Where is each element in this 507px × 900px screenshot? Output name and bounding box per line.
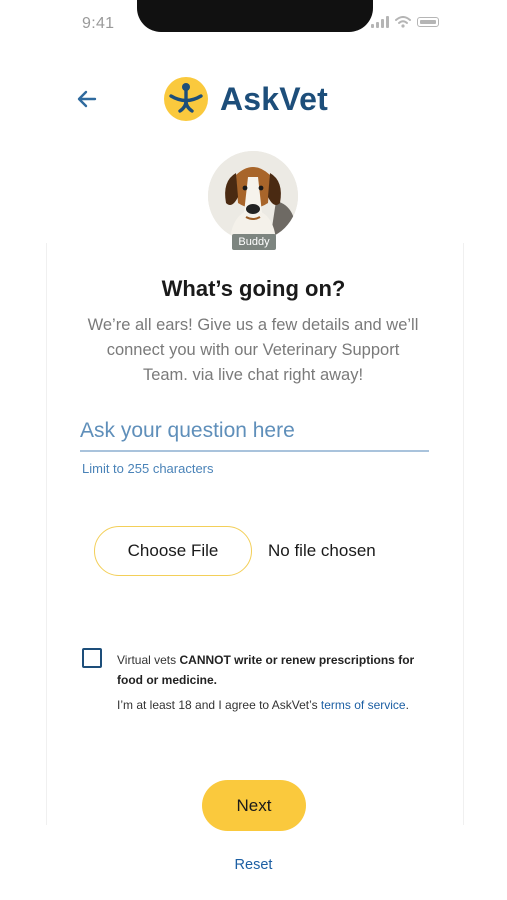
file-status-text: No file chosen (268, 541, 376, 560)
battery-icon (417, 17, 439, 27)
terms-of-service-link[interactable]: terms of service (321, 698, 406, 712)
status-time: 9:41 (82, 15, 115, 32)
askvet-logo-icon (164, 77, 208, 121)
question-input[interactable] (80, 412, 429, 452)
reset-link[interactable]: Reset (0, 857, 507, 873)
brand-name: AskVet (220, 80, 328, 117)
choose-file-button[interactable]: Choose File (94, 526, 252, 576)
dog-photo (208, 151, 298, 241)
terms-checkbox[interactable] (82, 648, 102, 668)
wifi-icon (395, 16, 411, 28)
age-agreement: I’m at least 18 and I agree to AskVet’s … (117, 698, 409, 712)
back-arrow-icon[interactable] (76, 88, 98, 110)
cellular-signal-icon (371, 16, 389, 28)
disclaimer-prefix: Virtual vets (117, 653, 180, 667)
pet-avatar (208, 151, 298, 241)
agree-prefix: I’m at least 18 and I agree to AskVet’s (117, 698, 321, 712)
form-subtitle: We’re all ears! Give us a few details an… (87, 316, 419, 384)
agree-suffix: . (405, 698, 409, 712)
brand: AskVet (164, 77, 328, 121)
prescription-disclaimer: Virtual vets CANNOT write or renew presc… (117, 650, 417, 690)
status-icons (371, 16, 439, 28)
next-button[interactable]: Next (202, 780, 306, 831)
character-limit-hint: Limit to 255 characters (82, 461, 214, 476)
form-title: What’s going on? (161, 276, 346, 301)
device-notch (137, 0, 373, 32)
